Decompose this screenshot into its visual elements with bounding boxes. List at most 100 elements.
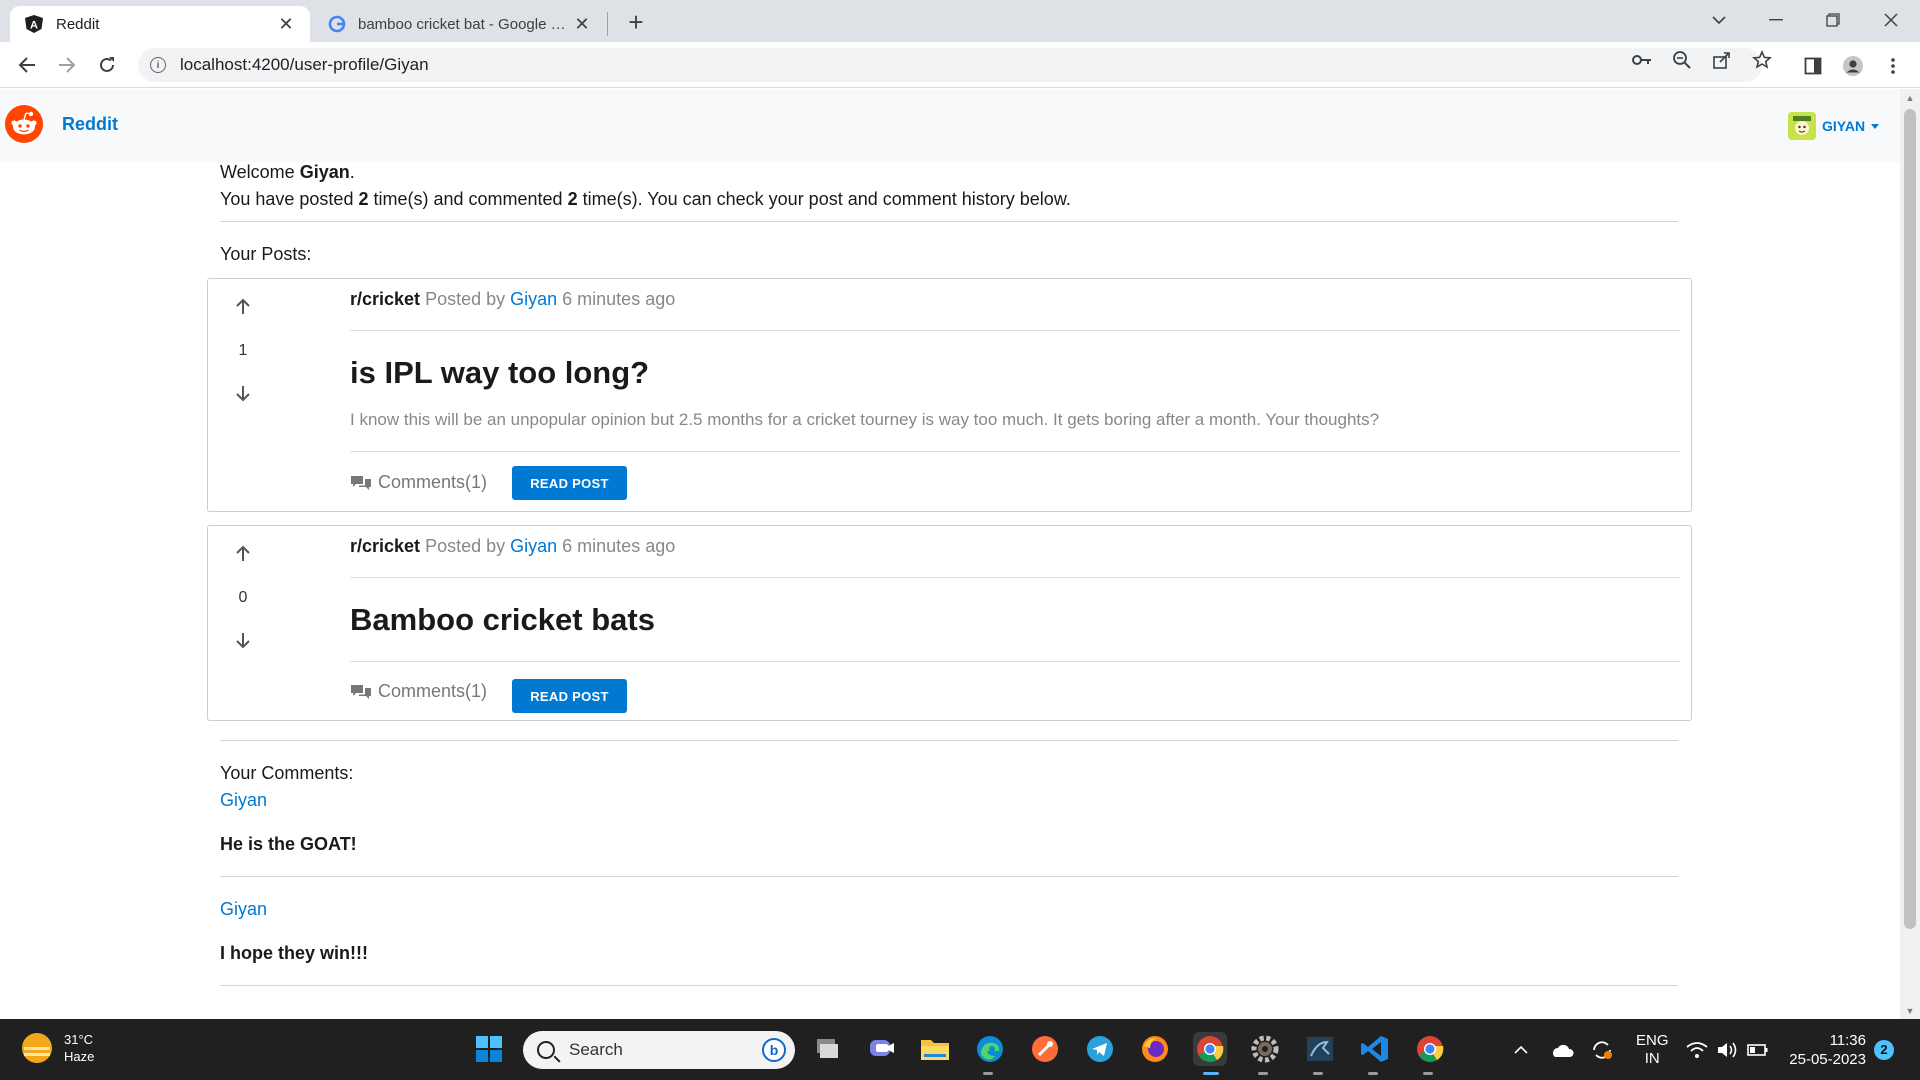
posts-heading: Your Posts: [220,244,312,264]
tab-google-search[interactable]: bamboo cricket bat - Google Search ✕ [314,6,606,42]
svg-text:A: A [30,20,38,32]
read-post-button[interactable]: READ POST [512,466,627,500]
close-tab-icon[interactable]: ✕ [572,14,592,34]
comment-author-link[interactable]: Giyan [220,899,267,920]
user-menu-dropdown[interactable]: GIYAN [1788,112,1880,140]
comments-link[interactable]: Comments(1) [350,472,487,493]
firefox-icon[interactable] [1138,1032,1172,1066]
volume-icon[interactable] [1716,1019,1738,1080]
clock-time: 11:36 [1829,1031,1866,1049]
running-indicator [1258,1072,1268,1075]
post-meta: r/cricket Posted by Giyan 6 minutes ago [350,536,676,556]
browser-toolbar: i localhost:4200/user-profile/Giyan [0,42,1920,88]
browser-menu-icon[interactable] [1882,55,1904,77]
battery-icon[interactable] [1747,1019,1769,1080]
running-indicator [1423,1072,1433,1075]
user-avatar [1788,112,1816,140]
language-indicator[interactable]: ENG IN [1636,1019,1669,1080]
back-icon[interactable] [13,51,41,79]
database-tool-icon[interactable] [1303,1032,1337,1066]
post-card: 1 r/cricket Posted by Giyan 6 minutes ag… [207,278,1692,512]
comments-link[interactable]: Comments(1) [350,681,487,702]
divider [350,577,1680,578]
edge-browser-icon[interactable] [973,1032,1007,1066]
address-bar[interactable]: i localhost:4200/user-profile/Giyan [138,48,1762,82]
chrome-icon[interactable] [1193,1032,1227,1066]
comment-author-link[interactable]: Giyan [220,790,267,811]
comments-heading: Your Comments: [220,763,354,783]
url-text: localhost:4200/user-profile/Giyan [180,55,429,74]
site-info-icon[interactable]: i [150,57,166,73]
subreddit-link[interactable]: r/cricket [350,536,420,556]
read-post-button[interactable]: READ POST [512,679,627,713]
downvote-icon[interactable] [231,629,255,653]
divider [350,661,1680,662]
post-title[interactable]: is IPL way too long? [350,355,649,391]
sync-icon[interactable] [1590,1019,1614,1080]
language-code: ENG [1636,1031,1669,1049]
post-body: I know this will be an unpopular opinion… [350,410,1380,429]
upvote-icon[interactable] [231,541,255,565]
bing-icon: b [762,1038,786,1062]
running-indicator [1203,1072,1219,1075]
new-tab-icon[interactable]: + [622,7,650,37]
divider [220,740,1678,741]
vscode-icon[interactable] [1358,1032,1392,1066]
task-view-icon[interactable] [810,1032,844,1066]
svg-text:b: b [770,1042,779,1058]
restore-icon[interactable] [1810,0,1856,40]
start-windows-icon[interactable] [472,1032,506,1066]
subreddit-link[interactable]: r/cricket [350,289,420,309]
chrome-icon[interactable] [1413,1032,1447,1066]
comments-icon [350,474,372,492]
teams-chat-icon[interactable] [865,1032,899,1066]
divider [220,985,1678,986]
scroll-thumb[interactable] [1904,109,1916,929]
postman-icon[interactable] [1028,1032,1062,1066]
vote-count: 0 [238,589,248,606]
divider [220,876,1678,877]
forward-icon[interactable] [53,51,81,79]
welcome-username: Giyan [299,162,350,182]
author-link[interactable]: Giyan [510,536,557,556]
settings-gear-icon[interactable] [1248,1032,1282,1066]
post-count: 2 [358,189,369,209]
side-panel-icon[interactable] [1802,55,1824,77]
onedrive-cloud-icon[interactable] [1550,1019,1574,1080]
close-tab-icon[interactable]: ✕ [276,14,296,34]
vote-count: 1 [238,342,248,359]
scroll-down-icon[interactable]: ▼ [1900,1002,1920,1019]
caret-down-icon [1871,123,1880,129]
tab-search-chevron-icon[interactable] [1696,0,1742,40]
scroll-up-icon[interactable]: ▲ [1900,89,1920,106]
file-explorer-icon[interactable] [918,1032,952,1066]
comments-icon [350,683,372,701]
page-scrollbar[interactable]: ▲ ▼ [1900,89,1920,1019]
upvote-icon[interactable] [231,294,255,318]
clock[interactable]: 11:36 25-05-2023 [1786,1019,1866,1080]
user-name: GIYAN [1822,118,1866,134]
zoom-icon[interactable] [1672,50,1692,70]
notification-badge[interactable]: 2 [1874,1019,1894,1080]
close-window-icon[interactable] [1868,0,1914,40]
tab-reddit[interactable]: A Reddit ✕ [10,6,310,42]
comment-text: I hope they win!!! [220,943,368,963]
haze-sun-icon [22,1033,52,1063]
profile-icon[interactable] [1842,55,1864,77]
password-key-icon[interactable] [1632,50,1652,70]
author-link[interactable]: Giyan [510,289,557,309]
reload-icon[interactable] [93,51,121,79]
show-hidden-icons[interactable] [1513,1019,1529,1080]
divider [350,330,1680,331]
downvote-icon[interactable] [231,382,255,406]
share-icon[interactable] [1712,50,1732,70]
post-title[interactable]: Bamboo cricket bats [350,602,655,638]
wifi-icon[interactable] [1686,1019,1708,1080]
taskbar-search[interactable]: Search b [523,1031,795,1069]
brand-link[interactable]: Reddit [62,114,118,135]
telegram-icon[interactable] [1083,1032,1117,1066]
minimize-icon[interactable] [1753,0,1799,40]
reddit-logo-icon[interactable] [5,105,43,143]
weather-widget[interactable]: 31°C Haze [22,1031,94,1065]
bookmark-star-icon[interactable] [1752,50,1772,70]
